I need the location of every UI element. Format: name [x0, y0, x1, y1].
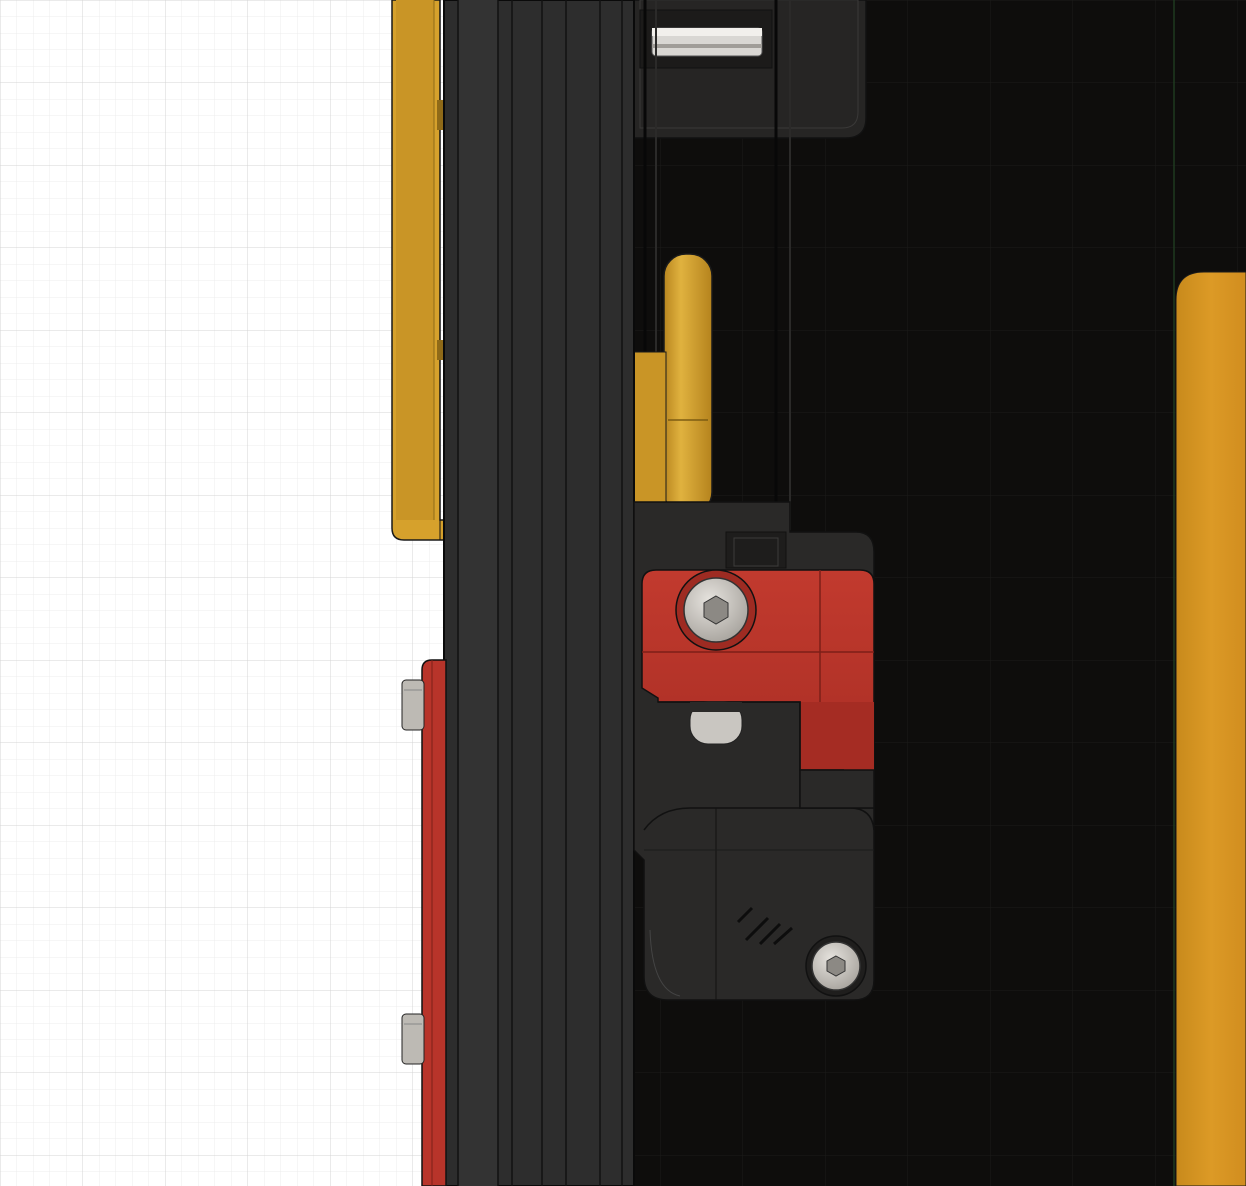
aluminum-extrusion[interactable]: [443, 0, 635, 1186]
bracket-screw-lower[interactable]: [401, 1013, 425, 1065]
clamp-pin: [689, 701, 743, 745]
top-bracket[interactable]: [631, 0, 867, 139]
button-head-screw-icon[interactable]: [805, 935, 867, 997]
red-side-bracket[interactable]: [421, 659, 447, 1186]
cad-viewport[interactable]: [0, 0, 1246, 1186]
cad-canvas[interactable]: [0, 0, 1246, 1186]
bracket-screw-upper[interactable]: [401, 679, 425, 731]
socket-head-screw-icon[interactable]: [675, 569, 757, 651]
orange-side-panel[interactable]: [1175, 271, 1246, 1186]
